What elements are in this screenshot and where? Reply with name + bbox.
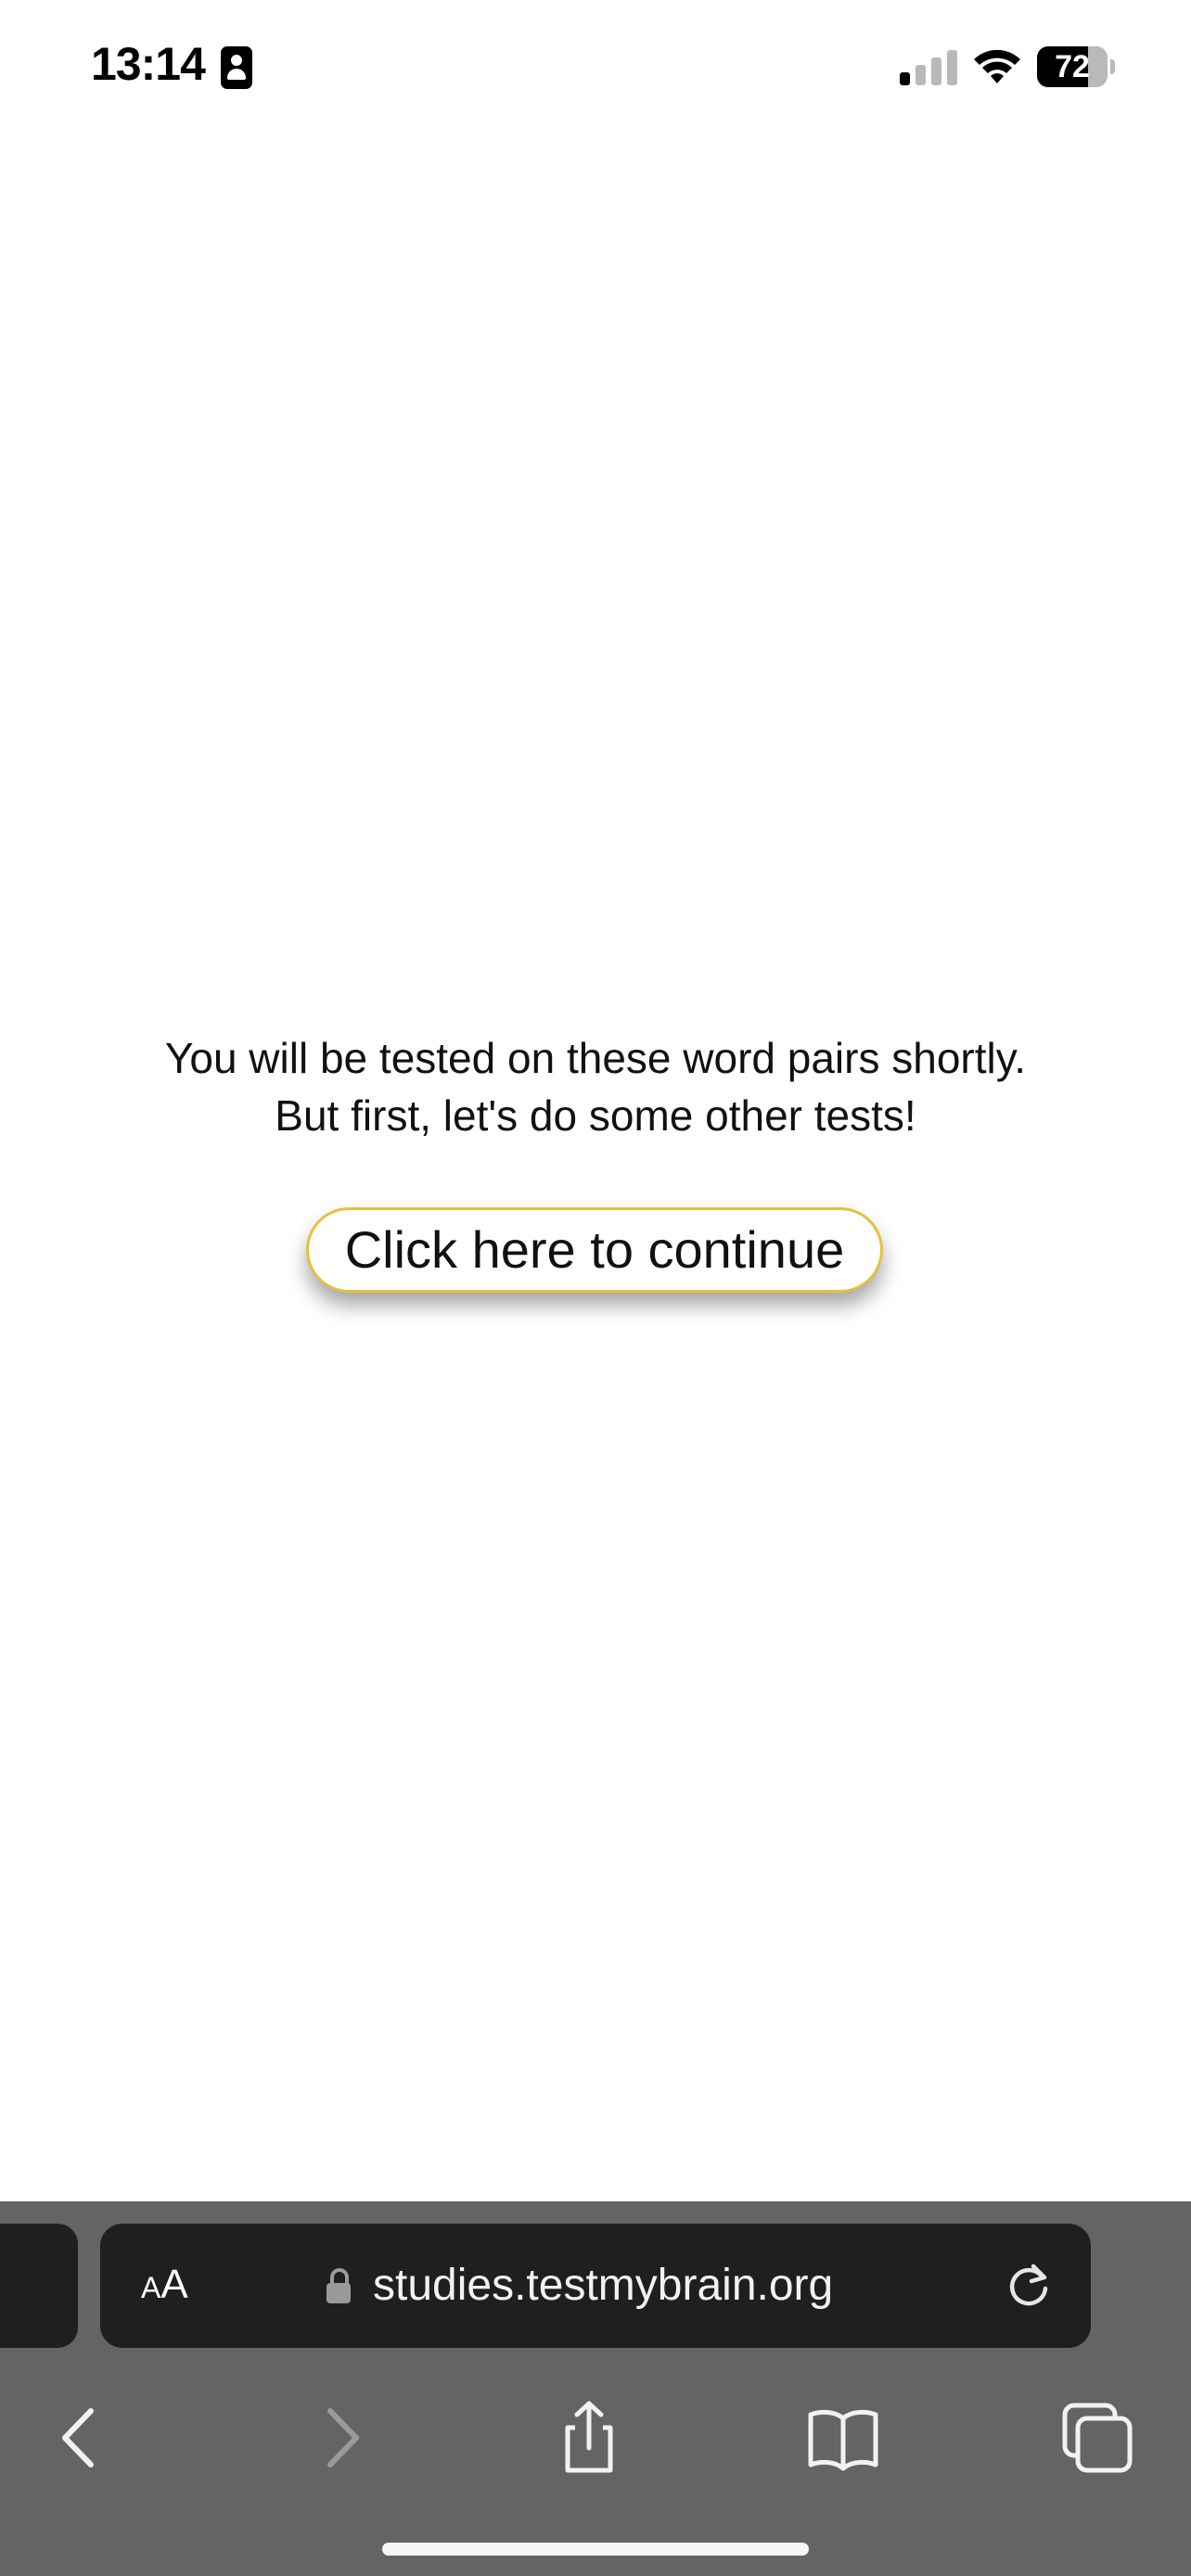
url-text[interactable]: studies.testmybrain.org bbox=[373, 2255, 833, 2316]
share-icon[interactable] bbox=[547, 2396, 631, 2480]
wifi-icon bbox=[974, 49, 1020, 83]
battery-icon: 72 bbox=[1037, 46, 1115, 87]
browser-toolbar bbox=[0, 2383, 1191, 2494]
back-chevron-icon[interactable] bbox=[39, 2396, 122, 2480]
instruction-line-1: You will be tested on these word pairs s… bbox=[164, 1034, 1027, 1082]
text-size-large-a: A bbox=[160, 2262, 188, 2307]
phone-screen: 13:14 72 You will be tested on these wor… bbox=[0, 0, 1191, 2576]
reload-icon[interactable] bbox=[1002, 2259, 1056, 2313]
cellular-signal-icon bbox=[900, 50, 957, 85]
status-time: 13:14 bbox=[91, 38, 206, 90]
battery-level: 72 bbox=[1055, 49, 1090, 84]
bookmarks-book-icon[interactable] bbox=[801, 2396, 885, 2480]
previous-tab-peek[interactable] bbox=[0, 2224, 78, 2348]
address-bar[interactable]: AA studies.testmybrain.org bbox=[100, 2224, 1091, 2348]
home-indicator[interactable] bbox=[382, 2543, 809, 2556]
text-size-button[interactable]: AA bbox=[141, 2255, 188, 2315]
browser-bottom-bar: AA studies.testmybrain.org bbox=[0, 2201, 1191, 2576]
status-bar: 13:14 72 bbox=[0, 0, 1191, 130]
contact-card-icon bbox=[221, 46, 252, 89]
instruction-line-2: But first, let's do some other tests! bbox=[275, 1091, 916, 1140]
forward-chevron-icon[interactable] bbox=[299, 2396, 382, 2480]
tabs-icon[interactable] bbox=[1056, 2396, 1139, 2480]
continue-button[interactable]: Click here to continue bbox=[306, 1207, 883, 1293]
text-size-small-a: A bbox=[141, 2271, 161, 2304]
lock-icon bbox=[327, 2268, 351, 2303]
page-content: You will be tested on these word pairs s… bbox=[0, 1029, 1191, 1293]
